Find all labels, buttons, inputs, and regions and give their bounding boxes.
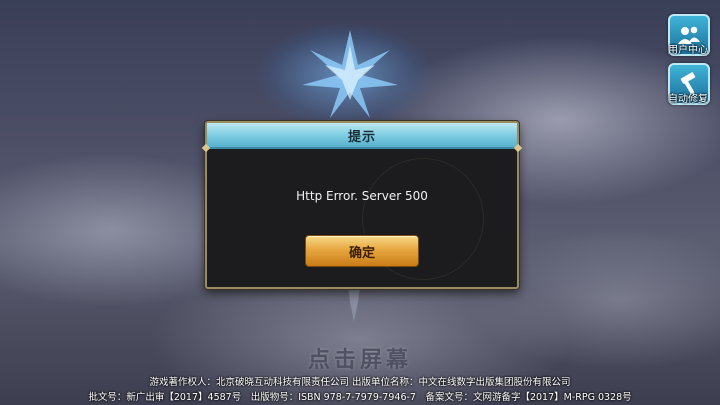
auto-repair-label: 自动修复 — [668, 94, 708, 105]
copyright-line: 游戏著作权人：北京破晓互动科技有限责任公司 出版单位名称：中文在线数字出版集团股… — [149, 377, 571, 388]
tap-to-start-prompt[interactable]: 点击屏幕 — [0, 342, 720, 374]
dialog-header: 提示 — [207, 123, 517, 149]
error-message: Http Error. Server 500 — [296, 189, 428, 203]
confirm-button[interactable]: 确定 — [305, 235, 419, 267]
crystal-artwork — [302, 30, 398, 118]
dialog-title: 提示 — [347, 129, 376, 145]
user-center-label: 用户中心 — [668, 45, 708, 56]
license-line: 批文号：新广出审【2017】4587号 出版物号：ISBN 978-7-7979… — [88, 392, 632, 403]
alert-dialog: 提示 Http Error. Server 500 确定 — [201, 121, 523, 289]
confirm-button-label: 确定 — [348, 245, 375, 261]
